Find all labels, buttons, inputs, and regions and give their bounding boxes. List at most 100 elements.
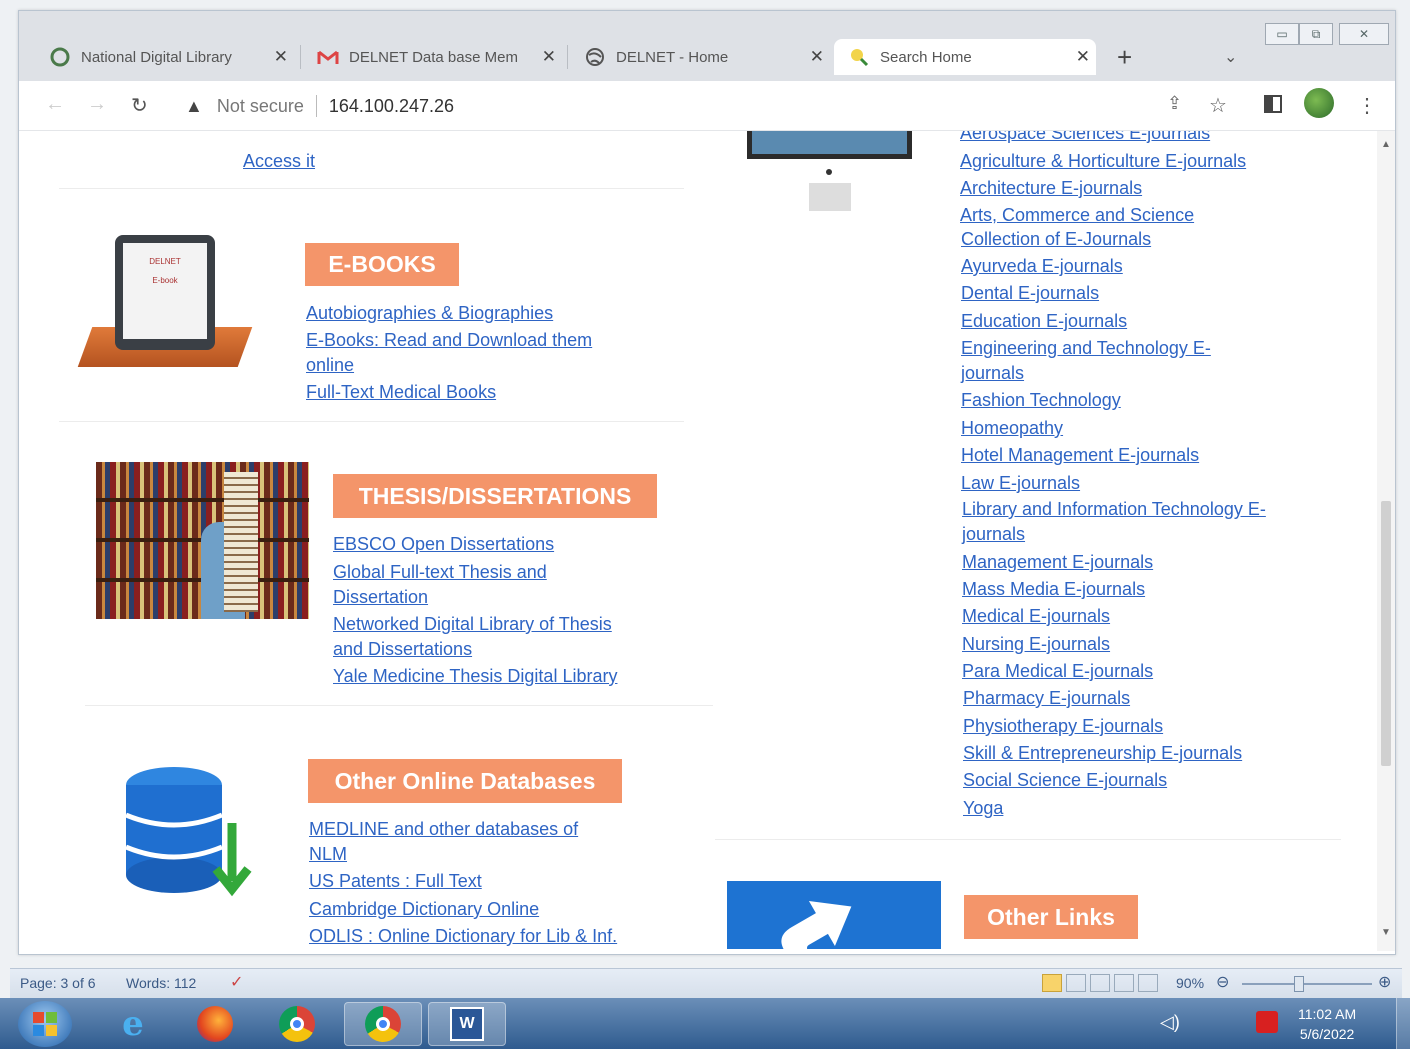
zoom-in-icon[interactable]: ⊕ bbox=[1378, 972, 1391, 992]
side-panel-icon[interactable] bbox=[1264, 95, 1282, 113]
reload-icon[interactable]: ↻ bbox=[131, 93, 148, 118]
forward-arrow-icon[interactable]: → bbox=[87, 93, 107, 116]
thesis-link[interactable]: Yale Medicine Thesis Digital Library bbox=[333, 664, 617, 689]
journal-link[interactable]: Library and Information Technology E- bbox=[962, 497, 1266, 522]
journal-link[interactable]: Para Medical E-journals bbox=[962, 659, 1153, 684]
minimize-button[interactable]: ▭ bbox=[1265, 23, 1299, 45]
other-databases-badge: Other Online Databases bbox=[308, 759, 622, 803]
journal-link[interactable]: Agriculture & Horticulture E-journals bbox=[960, 149, 1246, 174]
chrome-taskbar-button[interactable] bbox=[258, 1002, 336, 1046]
thesis-link[interactable]: EBSCO Open Dissertations bbox=[333, 532, 554, 557]
journal-link[interactable]: Education E-journals bbox=[961, 309, 1127, 334]
journal-link[interactable]: Medical E-journals bbox=[962, 604, 1110, 629]
thesis-link[interactable]: and Dissertations bbox=[333, 637, 472, 662]
page-count[interactable]: Page: 3 of 6 bbox=[20, 975, 96, 991]
journal-link[interactable]: Dental E-journals bbox=[961, 281, 1099, 306]
ie-taskbar-button[interactable]: e bbox=[94, 1002, 172, 1046]
thesis-link[interactable]: Dissertation bbox=[333, 585, 428, 610]
gmail-icon bbox=[317, 46, 339, 68]
ebook-link[interactable]: E-Books: Read and Download them bbox=[306, 328, 592, 353]
close-tab-icon[interactable]: ✕ bbox=[810, 47, 824, 67]
page-scrollbar[interactable]: ▲ ▼ bbox=[1377, 131, 1395, 951]
share-icon[interactable]: ⇪ bbox=[1167, 93, 1182, 114]
journal-link[interactable]: Physiotherapy E-journals bbox=[963, 714, 1163, 739]
other-links-badge: Other Links bbox=[964, 895, 1138, 939]
chrome-icon bbox=[365, 1006, 401, 1042]
journal-link[interactable]: Ayurveda E-journals bbox=[961, 254, 1123, 279]
journal-link[interactable]: Social Science E-journals bbox=[963, 768, 1167, 793]
system-clock[interactable]: 11:02 AM 5/6/2022 bbox=[1298, 1004, 1356, 1044]
search-home-icon bbox=[848, 46, 870, 68]
tab-title: Search Home bbox=[880, 48, 972, 66]
journal-link[interactable]: Yoga bbox=[963, 796, 1003, 821]
firefox-taskbar-button[interactable] bbox=[176, 1002, 254, 1046]
url-text: 164.100.247.26 bbox=[328, 95, 454, 116]
zoom-slider[interactable] bbox=[1242, 976, 1372, 992]
journal-link[interactable]: Collection of E-Journals bbox=[961, 227, 1151, 252]
journal-link[interactable]: Management E-journals bbox=[962, 550, 1153, 575]
database-icon bbox=[124, 763, 254, 903]
journal-link[interactable]: Mass Media E-journals bbox=[962, 577, 1145, 602]
database-link[interactable]: Cambridge Dictionary Online bbox=[309, 897, 539, 922]
journal-link[interactable]: journals bbox=[961, 361, 1024, 386]
word-count[interactable]: Words: 112 bbox=[126, 975, 196, 991]
thesis-link[interactable]: Global Full-text Thesis and bbox=[333, 560, 547, 585]
library-books-image bbox=[96, 462, 309, 619]
new-tab-button[interactable]: + bbox=[1117, 39, 1132, 75]
thesis-link[interactable]: Networked Digital Library of Thesis bbox=[333, 612, 612, 637]
journal-link[interactable]: Arts, Commerce and Science bbox=[960, 203, 1194, 228]
tab-national-digital-library[interactable]: National Digital Library ✕ bbox=[39, 39, 294, 75]
database-link[interactable]: MEDLINE and other databases of bbox=[309, 817, 578, 842]
journal-link[interactable]: Nursing E-journals bbox=[962, 632, 1110, 657]
close-tab-icon[interactable]: ✕ bbox=[1076, 47, 1090, 67]
journal-link[interactable]: Law E-journals bbox=[961, 471, 1080, 496]
back-arrow-icon[interactable]: ← bbox=[45, 93, 65, 116]
maximize-button[interactable]: ⧉ bbox=[1299, 23, 1333, 45]
clock-date: 5/6/2022 bbox=[1299, 1026, 1355, 1042]
zoom-out-icon[interactable]: ⊖ bbox=[1216, 972, 1229, 992]
ebook-link[interactable]: Full-Text Medical Books bbox=[306, 380, 496, 405]
proofing-icon[interactable]: ✓ bbox=[230, 972, 243, 992]
bookmark-star-icon[interactable]: ☆ bbox=[1209, 93, 1227, 118]
database-link[interactable]: ODLIS : Online Dictionary for Lib & Inf. bbox=[309, 924, 617, 949]
journal-link[interactable]: Hotel Management E-journals bbox=[961, 443, 1199, 468]
globe-icon bbox=[584, 46, 606, 68]
address-bar[interactable]: ▲ Not secure 164.100.247.26 bbox=[179, 89, 1159, 123]
journal-link[interactable]: Homeopathy bbox=[961, 416, 1063, 441]
thesis-badge: THESIS/DISSERTATIONS bbox=[333, 474, 657, 518]
tab-delnet-database[interactable]: DELNET Data base Mem ✕ bbox=[307, 39, 562, 75]
show-desktop-button[interactable] bbox=[1396, 998, 1410, 1049]
tab-delnet-home[interactable]: DELNET - Home ✕ bbox=[574, 39, 830, 75]
journal-link[interactable]: Architecture E-journals bbox=[960, 176, 1142, 201]
access-it-link[interactable]: Access it bbox=[243, 149, 315, 174]
tab-search-chevron-icon[interactable]: ⌄ bbox=[1224, 39, 1237, 75]
warning-icon: ▲ bbox=[185, 95, 203, 116]
chrome-icon bbox=[279, 1006, 315, 1042]
database-link[interactable]: US Patents : Full Text bbox=[309, 869, 482, 894]
journal-link[interactable]: Fashion Technology bbox=[961, 388, 1121, 413]
journal-link[interactable]: Pharmacy E-journals bbox=[963, 686, 1130, 711]
pdf-tray-icon[interactable] bbox=[1256, 1011, 1278, 1033]
journal-link[interactable]: Aerospace Sciences E-journals bbox=[960, 131, 1210, 146]
start-button[interactable] bbox=[18, 1001, 72, 1047]
tab-title: DELNET - Home bbox=[616, 48, 729, 66]
ebook-link[interactable]: Autobiographies & Biographies bbox=[306, 301, 553, 326]
journal-link[interactable]: Skill & Entrepreneurship E-journals bbox=[963, 741, 1242, 766]
journal-link[interactable]: Engineering and Technology E- bbox=[961, 336, 1211, 361]
internet-explorer-icon: e bbox=[122, 1004, 144, 1044]
menu-dots-icon[interactable]: ⋮ bbox=[1357, 93, 1377, 118]
word-taskbar-button[interactable]: W bbox=[428, 1002, 506, 1046]
tab-search-home[interactable]: Search Home ✕ bbox=[834, 39, 1096, 75]
avatar[interactable] bbox=[1304, 88, 1334, 118]
chrome-active-taskbar-button[interactable] bbox=[344, 1002, 422, 1046]
view-buttons[interactable] bbox=[1042, 974, 1162, 992]
database-link[interactable]: NLM bbox=[309, 842, 347, 867]
ebook-link[interactable]: online bbox=[306, 353, 354, 378]
journal-link[interactable]: journals bbox=[962, 522, 1025, 547]
zoom-level[interactable]: 90% bbox=[1176, 975, 1204, 991]
close-tab-icon[interactable]: ✕ bbox=[274, 47, 288, 67]
volume-icon[interactable]: ◁) bbox=[1160, 1012, 1180, 1033]
close-tab-icon[interactable]: ✕ bbox=[542, 47, 556, 67]
clock-time: 11:02 AM bbox=[1298, 1006, 1357, 1022]
close-window-button[interactable]: ✕ bbox=[1339, 23, 1389, 45]
